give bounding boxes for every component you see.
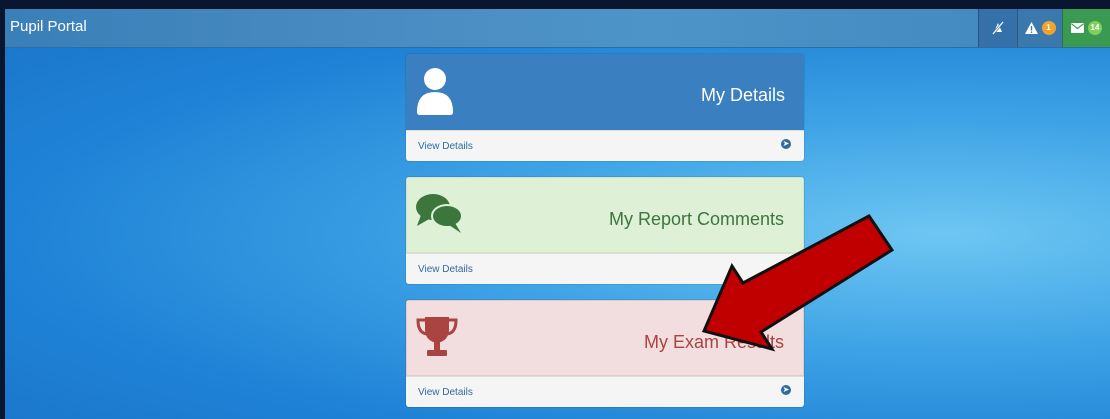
top-navbar: Pupil Portal 1 14 (5, 9, 1110, 48)
trophy-icon (416, 317, 458, 356)
panel-footer[interactable]: View Details ➤ (406, 130, 804, 161)
alerts-count-badge: 1 (1041, 21, 1056, 35)
panel-heading: My Exam Results (406, 300, 804, 376)
view-details-link[interactable]: View Details (418, 387, 473, 398)
messages-count-badge: 14 (1088, 21, 1102, 35)
envelope-icon (1071, 23, 1084, 33)
panel-heading: My Report Comments (406, 177, 804, 253)
my-details-panel[interactable]: My Details View Details ➤ (406, 54, 804, 161)
panel-footer[interactable]: View Details ➤ (406, 253, 804, 284)
view-details-link[interactable]: View Details (418, 141, 473, 152)
arrow-circle-right-icon[interactable]: ➤ (781, 385, 791, 395)
panel-title: My Report Comments (608, 209, 784, 229)
arrow-circle-right-icon[interactable]: ➤ (781, 262, 791, 272)
alerts-button[interactable]: 1 (1017, 9, 1062, 47)
my-exam-results-panel[interactable]: My Exam Results View Details ➤ (406, 300, 804, 407)
arrow-circle-right-icon[interactable]: ➤ (781, 139, 791, 149)
comments-icon (416, 194, 463, 233)
panel-heading: My Details (406, 54, 804, 130)
panel-title: My Exam Results (643, 332, 784, 352)
portal-screen: Pupil Portal 1 14 My Details View Detail… (5, 9, 1110, 419)
warning-icon (1024, 22, 1038, 34)
top-icons: 1 14 (978, 9, 1110, 47)
brand-title[interactable]: Pupil Portal (10, 18, 87, 35)
my-report-comments-panel[interactable]: My Report Comments View Details ➤ (406, 177, 804, 284)
panel-title: My Details (700, 85, 785, 105)
user-icon (417, 68, 453, 115)
mute-notifications-button[interactable] (978, 9, 1017, 47)
view-details-link[interactable]: View Details (418, 264, 473, 275)
messages-button[interactable]: 14 (1062, 9, 1110, 47)
panel-footer[interactable]: View Details ➤ (406, 376, 804, 407)
mute-bell-icon (992, 21, 1004, 35)
